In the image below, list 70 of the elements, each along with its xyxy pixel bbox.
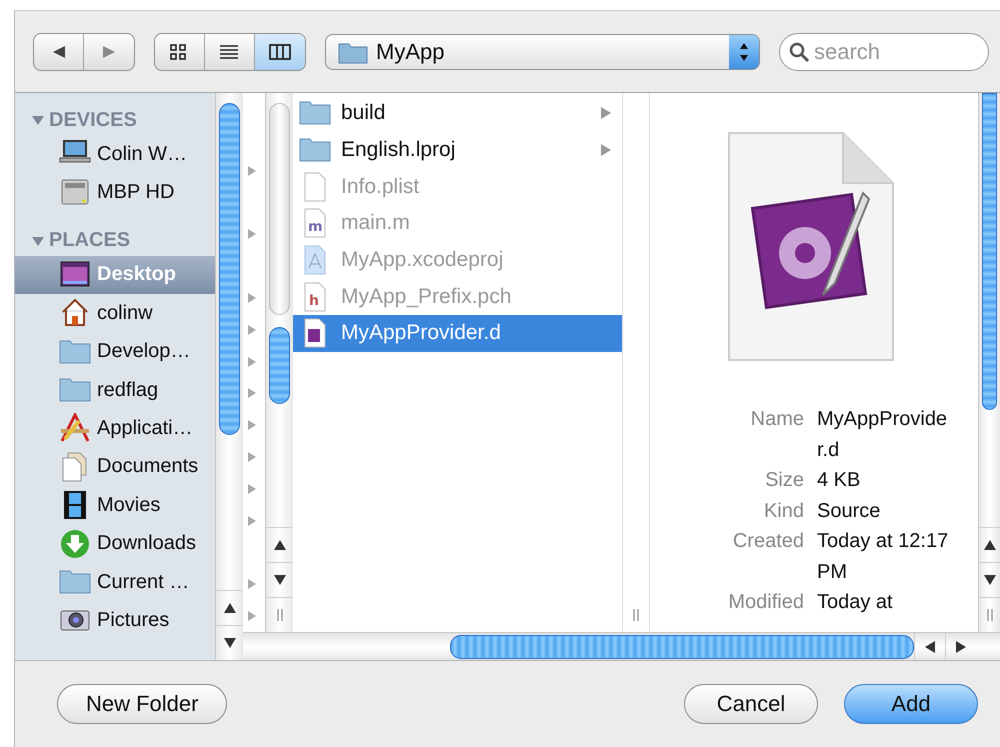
download-icon xyxy=(59,528,91,560)
scroll-thumb[interactable] xyxy=(219,103,240,435)
disclosure-right-icon xyxy=(247,292,257,304)
scroll-down-arrow-icon[interactable] xyxy=(274,575,286,585)
resize-handle-icon[interactable] xyxy=(633,609,639,621)
sidebar-item[interactable]: Colin W… xyxy=(15,135,215,174)
disclosure-down-icon xyxy=(31,113,45,127)
info-value: Source xyxy=(817,498,882,524)
search-field[interactable]: search xyxy=(779,32,989,70)
disclosure-right-icon xyxy=(247,356,257,368)
info-value: Today at xyxy=(817,590,894,615)
disclosure-right-icon xyxy=(247,578,257,590)
file-item[interactable]: build xyxy=(293,95,622,132)
sidebar-item[interactable]: Pictures xyxy=(15,601,215,640)
disclosure-right-icon xyxy=(600,143,612,158)
sidebar-item[interactable]: redflag xyxy=(15,370,215,410)
info-label: Kind xyxy=(762,498,804,524)
scroll-right-arrow-icon[interactable] xyxy=(956,641,966,653)
view-mode-button[interactable] xyxy=(255,34,305,70)
scroll-up-arrow-icon[interactable] xyxy=(274,540,286,550)
scroll-thumb[interactable] xyxy=(982,93,997,410)
disclosure-right-icon xyxy=(247,482,257,495)
document-icon xyxy=(725,129,897,364)
sidebar-item[interactable]: Movies xyxy=(15,486,215,525)
disclosure-right-icon xyxy=(247,419,257,432)
sidebar-item[interactable]: Downloads xyxy=(15,524,215,563)
dialog-button[interactable]: Add xyxy=(844,684,978,724)
location-label: MyApp xyxy=(376,38,446,64)
disclosure-right-icon xyxy=(600,106,612,120)
dialog-button[interactable]: Cancel xyxy=(684,684,818,724)
scroll-thumb[interactable] xyxy=(269,327,290,404)
scroll-up-arrow-icon[interactable] xyxy=(984,540,996,550)
info-value: 4 KB xyxy=(817,468,862,493)
scroll-down-arrow-icon[interactable] xyxy=(224,638,236,648)
right-triangle-icon xyxy=(101,44,117,58)
scroll-thumb[interactable] xyxy=(269,103,290,315)
disclosure-right-icon xyxy=(247,228,257,240)
disclosure-right-icon xyxy=(247,324,257,336)
disclosure-right-icon xyxy=(247,610,257,622)
sidebar-item[interactable]: colinw xyxy=(15,294,215,333)
column-view-icon xyxy=(269,42,291,60)
left-triangle-icon xyxy=(50,44,66,58)
file-item[interactable]: English.lproj xyxy=(293,132,622,168)
resize-handle-icon[interactable] xyxy=(986,609,992,621)
scroll-left-arrow-icon[interactable] xyxy=(925,641,935,653)
search-icon xyxy=(788,40,810,62)
info-label: Modified xyxy=(727,590,804,615)
file-item[interactable]: MyAppProvider.d xyxy=(293,315,622,352)
stepper-icon xyxy=(729,34,759,68)
sidebar-item[interactable]: Documents xyxy=(15,448,215,486)
scroll-up-arrow-icon[interactable] xyxy=(224,603,236,613)
info-label: Size xyxy=(764,468,804,493)
sidebar-item[interactable]: Applicati… xyxy=(15,409,215,448)
list-view-icon xyxy=(218,42,240,60)
dialog-button[interactable]: New Folder xyxy=(57,684,228,724)
disclosure-right-icon xyxy=(247,164,257,177)
sidebar-item[interactable]: MBP HD xyxy=(15,173,215,212)
sidebar-item[interactable]: Develop… xyxy=(15,332,215,371)
location-popup[interactable]: MyApp xyxy=(325,34,760,70)
resize-handle-icon[interactable] xyxy=(276,609,282,621)
scroll-down-arrow-icon[interactable] xyxy=(984,575,996,585)
info-label: Name xyxy=(750,407,804,432)
scroll-thumb[interactable] xyxy=(450,635,914,659)
info-value: MyAppProvider.d xyxy=(817,407,948,462)
sidebar-item[interactable]: Current … xyxy=(15,562,215,602)
info-value: Today at 12:17 PM xyxy=(817,529,949,584)
disclosure-right-icon xyxy=(247,387,257,400)
info-label: Created xyxy=(732,529,804,554)
disclosure-right-icon xyxy=(247,514,257,527)
disclosure-right-icon xyxy=(247,451,257,464)
